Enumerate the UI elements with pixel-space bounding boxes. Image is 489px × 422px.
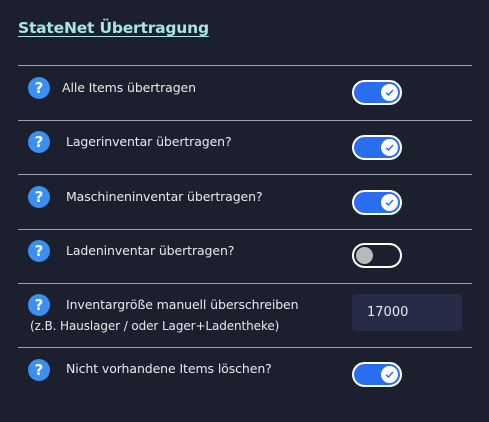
setting-label-shop-inventory: Ladeninventar übertragen?: [66, 243, 235, 258]
toggle-knob: [381, 139, 398, 156]
check-icon: [385, 199, 394, 206]
help-icon[interactable]: ?: [28, 131, 50, 153]
divider: [18, 283, 472, 284]
help-icon[interactable]: ?: [28, 186, 50, 208]
check-icon: [385, 144, 394, 151]
section-title[interactable]: StateNet Übertragung: [18, 19, 209, 37]
setting-label-all-items: Alle Items übertragen: [62, 80, 196, 95]
help-icon[interactable]: ?: [28, 240, 50, 262]
override-label-line2: (z.B. Hauslager / oder Lager+Ladentheke): [30, 319, 280, 333]
check-icon: [385, 89, 394, 96]
toggle-machine-inventory[interactable]: [352, 190, 402, 215]
setting-label-storage-inventory: Lagerinventar übertragen?: [66, 134, 232, 149]
toggle-delete-missing[interactable]: [352, 362, 402, 387]
setting-label-delete-missing: Nicht vorhandene Items löschen?: [66, 361, 272, 376]
divider: [18, 174, 472, 175]
inventory-size-input[interactable]: 17000: [352, 294, 462, 331]
help-icon[interactable]: ?: [28, 294, 50, 316]
check-icon: [385, 371, 394, 378]
setting-label-machine-inventory: Maschineninventar übertragen?: [66, 189, 263, 204]
toggle-knob: [356, 247, 373, 264]
toggle-knob: [381, 84, 398, 101]
divider: [18, 65, 472, 66]
override-label-line1: Inventargröße manuell überschreiben: [66, 297, 299, 312]
toggle-storage-inventory[interactable]: [352, 135, 402, 160]
toggle-knob: [381, 366, 398, 383]
divider: [18, 229, 472, 230]
help-icon[interactable]: ?: [28, 77, 50, 99]
divider: [18, 120, 472, 121]
toggle-all-items[interactable]: [352, 80, 402, 105]
help-icon[interactable]: ?: [28, 359, 50, 381]
divider: [18, 347, 472, 348]
toggle-shop-inventory[interactable]: [352, 243, 402, 268]
toggle-knob: [381, 194, 398, 211]
